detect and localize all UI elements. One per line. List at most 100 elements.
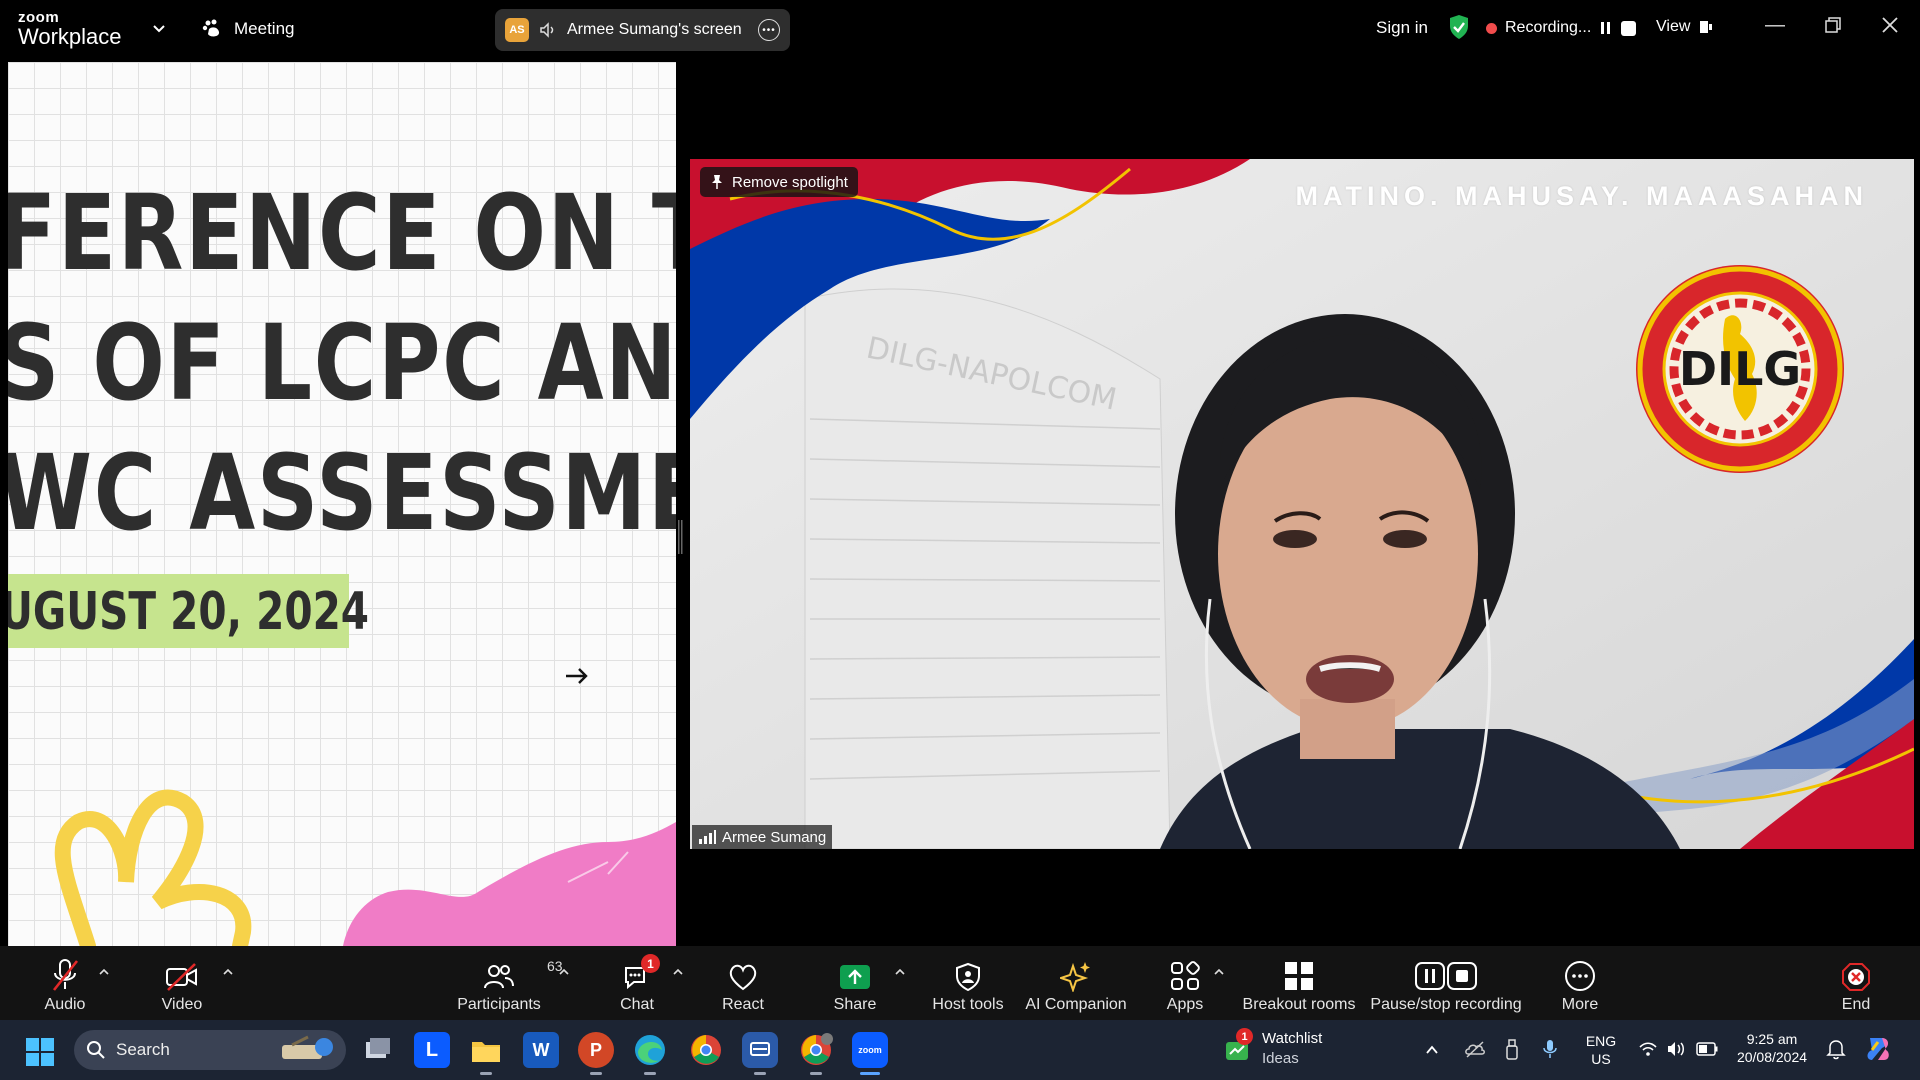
zoom-workplace-logo[interactable]: zoom Workplace	[18, 10, 122, 48]
more-label: More	[1561, 996, 1599, 1013]
apps-label: Apps	[1166, 996, 1204, 1013]
stop-recording-icon[interactable]	[1621, 20, 1637, 36]
sign-in-link[interactable]: Sign in	[1376, 18, 1428, 38]
end-label: End	[1841, 996, 1871, 1013]
chat-caret-icon[interactable]	[672, 968, 684, 976]
chat-button[interactable]: Chat 1	[617, 946, 660, 1020]
zoom-window: zoom Workplace Meeting AS Armee Sumang's…	[0, 0, 1920, 1080]
chat-label: Chat	[620, 996, 654, 1013]
chrome-running-indicator	[810, 1072, 822, 1075]
edge-running-indicator	[644, 1072, 656, 1075]
windows-taskbar: Search L W P zoom 1 Watchlist Ideas ENG	[0, 1020, 1920, 1080]
signal-strength-icon	[699, 830, 716, 844]
react-button[interactable]: React	[721, 946, 765, 1020]
end-meeting-button[interactable]: End	[1838, 946, 1874, 1020]
more-options-icon[interactable]: •••	[758, 19, 780, 41]
video-label: Video	[161, 996, 203, 1013]
restore-icon[interactable]	[1820, 12, 1846, 38]
onedrive-icon[interactable]	[1464, 1038, 1486, 1060]
pause-stop-recording-button[interactable]: Pause/stop recording	[1370, 946, 1522, 1020]
minimize-icon[interactable]: —	[1762, 12, 1788, 38]
watchlist-widget[interactable]: 1 Watchlist Ideas	[1222, 1028, 1372, 1070]
speaker-icon	[540, 22, 554, 38]
apps-caret-icon[interactable]	[1213, 968, 1225, 976]
spotlight-video[interactable]: DILG-NAPOLCOM DILG Remove spotlight MATI…	[690, 159, 1914, 849]
more-icon	[1565, 961, 1595, 991]
brand-bottom: Workplace	[18, 24, 122, 49]
pause-stop-icon	[1415, 962, 1477, 990]
audio-button[interactable]: Audio	[38, 946, 92, 1020]
pause-recording-icon[interactable]	[1599, 20, 1613, 36]
remote-desktop-icon[interactable]	[742, 1032, 778, 1068]
pause-stop-label: Pause/stop recording	[1370, 996, 1522, 1013]
watchlist-title: Watchlist	[1262, 1030, 1323, 1047]
participants-button[interactable]: 63 Participants	[456, 946, 562, 1020]
screen-share-indicator[interactable]: AS Armee Sumang's screen •••	[495, 9, 790, 51]
windows-start-icon[interactable]	[26, 1038, 54, 1066]
search-label: Search	[116, 1040, 170, 1059]
view-button[interactable]: View	[1656, 18, 1714, 36]
pane-resize-handle[interactable]	[676, 520, 684, 554]
notification-bell-icon[interactable]	[1826, 1038, 1846, 1060]
audio-options-caret-icon[interactable]	[98, 968, 110, 976]
paw-icon	[202, 19, 220, 37]
host-tools-label: Host tools	[932, 996, 1004, 1013]
chrome-icon[interactable]	[688, 1032, 724, 1068]
show-hidden-icons-icon[interactable]	[1424, 1042, 1440, 1058]
close-icon[interactable]	[1877, 12, 1903, 38]
usb-icon[interactable]	[1504, 1038, 1520, 1060]
more-button[interactable]: More	[1560, 946, 1600, 1020]
zoom-app-icon[interactable]: zoom	[852, 1032, 888, 1068]
wifi-icon[interactable]	[1638, 1040, 1658, 1058]
video-button[interactable]: Video	[158, 946, 206, 1020]
clock[interactable]: 9:25 am 20/08/2024	[1730, 1030, 1814, 1066]
task-view-icon[interactable]	[360, 1032, 396, 1068]
clock-date: 20/08/2024	[1736, 1049, 1808, 1066]
host-tools-button[interactable]: Host tools	[930, 946, 1006, 1020]
file-explorer-icon[interactable]	[468, 1032, 504, 1068]
video-options-caret-icon[interactable]	[222, 968, 234, 976]
breakout-rooms-label: Breakout rooms	[1242, 996, 1356, 1013]
chevron-down-icon[interactable]	[150, 19, 168, 37]
security-shield-icon[interactable]	[1448, 14, 1470, 40]
share-button[interactable]: Share	[830, 946, 880, 1020]
word-app-icon[interactable]: W	[523, 1032, 559, 1068]
powerpoint-app-icon[interactable]: P	[578, 1032, 614, 1068]
taskbar-search[interactable]: Search	[74, 1030, 346, 1070]
apps-icon	[1171, 961, 1200, 990]
lumi-app-icon[interactable]: L	[414, 1032, 450, 1068]
participant-name-tag: Armee Sumang	[692, 825, 833, 849]
chrome-profile-icon[interactable]	[798, 1032, 834, 1068]
participants-caret-icon[interactable]	[558, 968, 570, 976]
end-call-icon	[1842, 963, 1870, 991]
battery-icon[interactable]	[1696, 1042, 1718, 1056]
ai-companion-button[interactable]: AI Companion	[1025, 946, 1127, 1020]
participants-icon	[484, 965, 514, 989]
edge-browser-icon[interactable]	[632, 1032, 668, 1068]
file-explorer-running-indicator	[480, 1072, 492, 1075]
microphone-muted-icon	[52, 959, 79, 991]
apps-button[interactable]: Apps	[1165, 946, 1205, 1020]
microphone-in-use-icon[interactable]	[1542, 1038, 1558, 1060]
chat-unread-badge: 1	[641, 954, 660, 973]
remove-spotlight-button[interactable]: Remove spotlight	[700, 167, 858, 197]
flower-doodle	[54, 789, 676, 946]
meeting-tab[interactable]: Meeting	[202, 18, 294, 40]
view-layout-icon	[1700, 21, 1713, 33]
zoom-active-indicator	[860, 1072, 880, 1075]
volume-icon[interactable]	[1666, 1040, 1686, 1058]
share-label: Armee Sumang's screen	[567, 21, 742, 38]
participants-label: Participants	[457, 996, 541, 1013]
copilot-icon[interactable]	[1862, 1034, 1892, 1064]
brand-top: zoom	[18, 9, 60, 26]
language-indicator[interactable]: ENG US	[1580, 1032, 1622, 1068]
title-bar: zoom Workplace Meeting AS Armee Sumang's…	[0, 0, 1920, 56]
clock-time: 9:25 am	[1746, 1031, 1798, 1047]
recording-dot	[1486, 22, 1497, 34]
share-caret-icon[interactable]	[894, 968, 906, 976]
breakout-rooms-button[interactable]: Breakout rooms	[1242, 946, 1356, 1020]
sparkle-icon	[1060, 962, 1090, 992]
language-code: ENG	[1585, 1033, 1617, 1049]
powerpoint-running-indicator	[590, 1072, 602, 1075]
pin-icon	[712, 175, 722, 189]
